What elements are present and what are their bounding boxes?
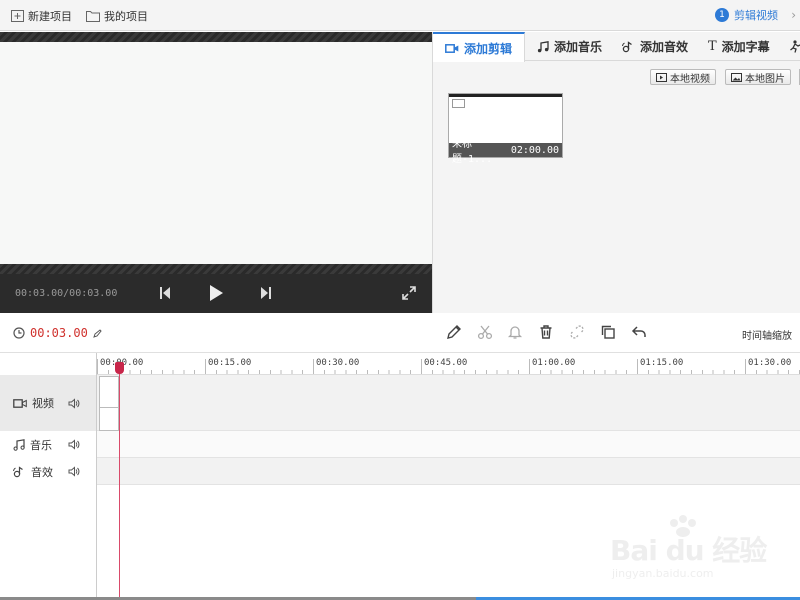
preview-canvas (0, 42, 432, 264)
video-file-icon (656, 72, 667, 82)
local-video-button[interactable]: 本地视频 (650, 69, 716, 85)
video-camera-icon (445, 43, 459, 53)
trash-icon[interactable] (538, 324, 554, 340)
watermark-brand: Bai du 经验 (610, 534, 767, 567)
play-icon[interactable] (208, 284, 224, 302)
clip-thumbnail-icon (452, 99, 465, 108)
track-sfx-name: 音效 (31, 465, 53, 479)
step-edit-video[interactable]: 1 剪辑视频 (715, 7, 778, 23)
video-preview: 00:03.00/00:03.00 (0, 32, 432, 313)
tab-add-subtitle[interactable]: T 添加字幕 (696, 32, 782, 61)
local-image-label: 本地图片 (745, 73, 785, 85)
track-row-video[interactable] (97, 375, 800, 431)
track-label-video[interactable]: 视频 (0, 375, 96, 431)
tab-add-music[interactable]: 添加音乐 (525, 32, 614, 61)
track-row-music[interactable] (97, 431, 800, 458)
tab-add-sfx-label: 添加音效 (640, 40, 689, 54)
local-video-label: 本地视频 (670, 73, 710, 85)
track-label-music[interactable]: 音乐 (0, 431, 96, 458)
track-label-sfx[interactable]: 音效 (0, 458, 96, 485)
playhead-handle[interactable] (115, 362, 124, 374)
unlink-icon[interactable] (569, 324, 585, 340)
tab-add-subtitle-label: 添加字幕 (721, 40, 770, 54)
playhead-line (119, 366, 120, 600)
current-time: 00:03.00 (13, 326, 102, 340)
track-labels: 视频 音乐 音效 (0, 353, 97, 600)
sound-effect-icon (13, 465, 23, 477)
timeline-video-clip[interactable] (99, 376, 119, 431)
pencil-icon[interactable] (446, 324, 462, 340)
clock-icon (13, 327, 25, 339)
track-music-name: 音乐 (30, 438, 52, 452)
step-number-badge: 1 (715, 8, 729, 22)
player-controls: 00:03.00/00:03.00 (0, 274, 432, 313)
bell-icon[interactable] (507, 324, 523, 340)
player-timecode: 00:03.00/00:03.00 (15, 288, 118, 299)
music-note-icon (537, 40, 549, 52)
image-file-icon (731, 72, 742, 82)
scissors-icon[interactable] (477, 324, 493, 340)
clip-name: 未标题-1... (452, 139, 493, 165)
clip-duration: 02:00.00 (510, 144, 559, 156)
top-bar: 新建项目 我的项目 1 剪辑视频 › (0, 0, 800, 31)
ruler-minor-ticks (97, 370, 800, 374)
timeline-ruler[interactable]: 00:00.00 00:15.00 00:30.00 00:45.00 01:0… (97, 353, 800, 375)
edit-toolbar: 00:03.00 时间轴缩放 (0, 313, 800, 353)
local-image-button[interactable]: 本地图片 (725, 69, 791, 85)
fullscreen-icon[interactable] (402, 286, 416, 300)
volume-icon[interactable] (68, 466, 80, 477)
folder-icon (86, 11, 100, 22)
my-projects-label: 我的项目 (104, 10, 148, 23)
track-video-name: 视频 (32, 397, 54, 410)
chevron-right-icon[interactable]: › (791, 8, 796, 22)
copy-icon[interactable] (600, 324, 616, 340)
sound-effect-icon (622, 40, 632, 52)
media-clip-card[interactable]: 未标题-1... 02:00.00 (448, 93, 563, 165)
video-camera-icon (13, 398, 27, 408)
new-project-button[interactable]: 新建项目 (11, 8, 72, 24)
edit-time-icon[interactable] (93, 328, 102, 338)
transition-icon[interactable] (789, 40, 800, 53)
text-t-icon: T (708, 39, 717, 54)
undo-icon[interactable] (631, 324, 647, 340)
music-note-icon (13, 438, 25, 451)
timeline-zoom-label[interactable]: 时间轴缩放 (742, 327, 792, 342)
clip-caption: 未标题-1... 02:00.00 (449, 139, 562, 165)
my-projects-button[interactable]: 我的项目 (86, 8, 148, 24)
media-panel: 添加剪辑 添加音乐 添加音效 T 添加字幕 本地视频 本地图片 未标题-1...… (432, 32, 800, 313)
track-row-sfx[interactable] (97, 458, 800, 485)
preview-stripe-top (0, 32, 432, 42)
watermark: Bai du 经验 jingyan.baidu.com (610, 515, 770, 585)
tab-add-music-label: 添加音乐 (554, 40, 603, 54)
current-time-value: 00:03.00 (30, 326, 88, 340)
new-project-label: 新建项目 (28, 10, 72, 23)
preview-stripe-bottom (0, 264, 432, 274)
media-tabs: 添加剪辑 添加音乐 添加音效 T 添加字幕 (433, 32, 800, 62)
new-project-icon (11, 10, 24, 22)
watermark-url: jingyan.baidu.com (612, 567, 714, 580)
tab-add-sfx[interactable]: 添加音效 (610, 32, 700, 61)
volume-icon[interactable] (68, 397, 80, 409)
clip-card-top-bar (449, 94, 562, 97)
skip-back-icon[interactable] (159, 286, 171, 300)
tab-add-clip[interactable]: 添加剪辑 (433, 32, 526, 62)
skip-forward-icon[interactable] (260, 286, 272, 300)
tab-add-clip-label: 添加剪辑 (464, 41, 513, 56)
volume-icon[interactable] (68, 439, 80, 450)
step-label: 剪辑视频 (734, 9, 778, 22)
